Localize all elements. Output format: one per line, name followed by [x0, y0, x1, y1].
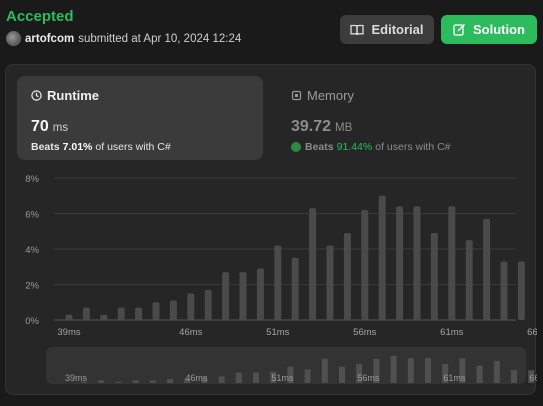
- user-avatar[interactable]: [6, 31, 21, 46]
- overview-bar: [476, 365, 483, 383]
- overview-bar: [98, 380, 105, 383]
- distribution-bar: [239, 272, 247, 320]
- submitted-time: submitted at Apr 10, 2024 12:24: [78, 32, 242, 45]
- overview-tick-label: 46ms: [185, 373, 208, 383]
- overview-bar: [218, 376, 225, 383]
- overview-bar: [390, 355, 397, 383]
- distribution-bar: [430, 233, 438, 320]
- y-tick-label: 0%: [25, 316, 39, 327]
- distribution-bar: [82, 307, 90, 320]
- y-tick-label: 4%: [25, 245, 39, 256]
- y-tick-label: 2%: [25, 281, 39, 292]
- overview-bar: [425, 358, 431, 383]
- submission-meta: artofcom submitted at Apr 10, 2024 12:24: [6, 31, 241, 46]
- book-icon: [350, 24, 365, 35]
- overview-tick-label: 66ms: [529, 373, 537, 383]
- username-link[interactable]: artofcom: [25, 33, 74, 45]
- solution-label: Solution: [473, 22, 525, 37]
- distribution-bar: [152, 302, 160, 320]
- overview-bar: [167, 379, 173, 383]
- overview-bar: [407, 358, 414, 383]
- overview-bar: [115, 381, 122, 383]
- x-tick-label: 39ms: [57, 327, 80, 338]
- y-tick-label: 8%: [25, 174, 39, 185]
- overview-bar: [304, 369, 311, 383]
- overview-tick-label: 56ms: [357, 373, 380, 383]
- distribution-bar: [274, 245, 282, 320]
- distribution-bar: [517, 261, 525, 320]
- distribution-bar: [378, 195, 386, 320]
- distribution-bar: [187, 293, 195, 320]
- distribution-bar: [448, 206, 456, 320]
- distribution-bar: [326, 245, 334, 320]
- overview-bar: [321, 358, 328, 383]
- overview-tick-label: 51ms: [271, 373, 294, 383]
- distribution-bar: [291, 257, 299, 320]
- submission-header: Accepted artofcom submitted at Apr 10, 2…: [6, 8, 241, 46]
- overview-bar: [511, 370, 517, 383]
- distribution-bar: [343, 233, 351, 320]
- x-tick-label: 56ms: [353, 327, 376, 338]
- overview-bar: [339, 366, 345, 383]
- edit-icon: [453, 23, 466, 36]
- overview-tick-label: 61ms: [443, 373, 466, 383]
- distribution-bar: [465, 240, 473, 320]
- solution-button[interactable]: Solution: [441, 15, 537, 44]
- distribution-bar: [65, 314, 73, 320]
- distribution-bar: [117, 307, 125, 320]
- overview-tick-label: 39ms: [65, 373, 88, 383]
- x-tick-label: 51ms: [266, 327, 289, 338]
- status-label: Accepted: [6, 8, 74, 25]
- distribution-bar: [100, 314, 108, 320]
- overview-bar: [149, 380, 156, 383]
- distribution-bar: [483, 218, 491, 320]
- y-tick-label: 6%: [25, 210, 39, 221]
- distribution-bar: [169, 300, 177, 320]
- x-tick-label: 66ms: [527, 327, 537, 338]
- overview-bar: [235, 372, 242, 383]
- editorial-label: Editorial: [371, 22, 424, 37]
- distribution-bar: [204, 289, 212, 320]
- distribution-bar: [222, 272, 230, 320]
- runtime-distribution-chart: 8% 6% 4% 2% 0% 39ms 46ms 51ms 56ms 61ms 66ms 39ms 46…: [25, 174, 537, 383]
- overview-bar: [253, 372, 259, 383]
- distribution-bar: [309, 208, 317, 320]
- distribution-bar: [500, 261, 508, 320]
- overview-bar: [132, 380, 139, 383]
- distribution-bar: [396, 206, 404, 320]
- distribution-bar: [361, 209, 369, 320]
- x-tick-label: 46ms: [179, 327, 202, 338]
- distribution-bar: [256, 268, 264, 320]
- distribution-bar: [135, 307, 143, 320]
- performance-panel: Runtime 70 ms Beats 7.01% of users with …: [5, 64, 537, 395]
- overview-bar: [493, 360, 500, 383]
- editorial-button[interactable]: Editorial: [340, 15, 434, 44]
- distribution-bar: [413, 206, 421, 320]
- x-tick-label: 61ms: [440, 327, 463, 338]
